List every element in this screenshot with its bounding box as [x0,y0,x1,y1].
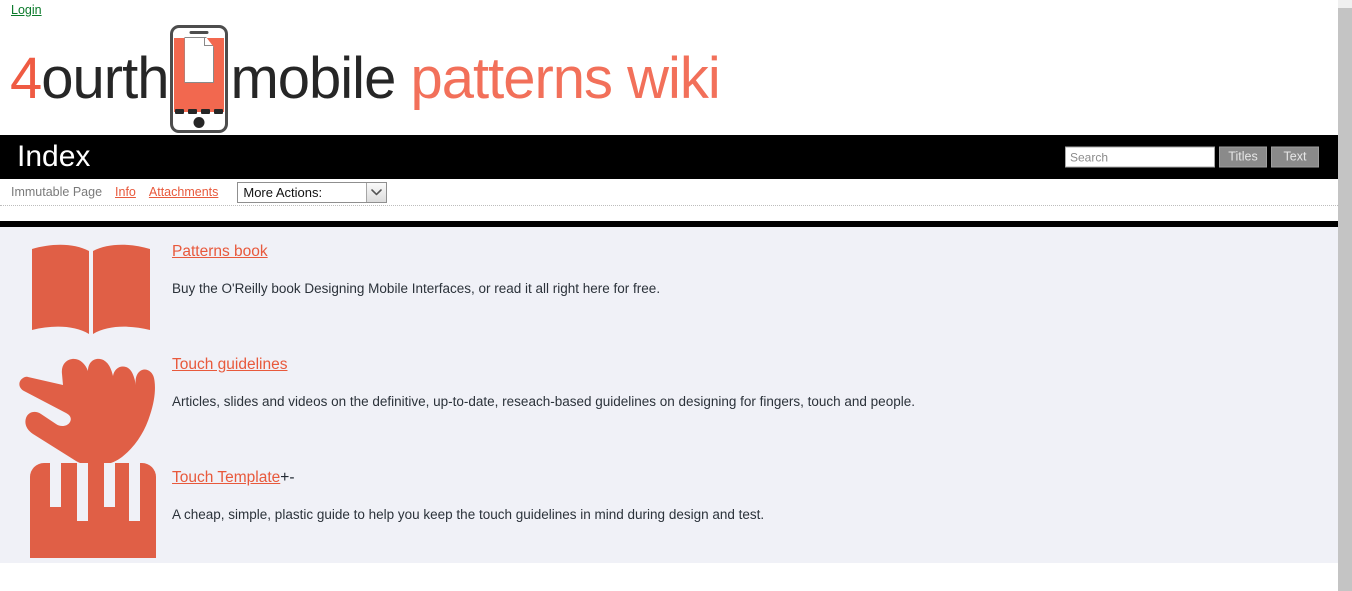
login-strip: Login [0,0,1338,23]
page-actionbar: Immutable Page Info Attachments More Act… [0,179,1338,206]
pointing-hand-icon [0,340,172,465]
site-logo: 4ourth mobile patterns wiki [10,23,721,135]
entry-description: A cheap, simple, plastic guide to help y… [172,507,765,522]
scrollbar-top-cap [1338,0,1352,8]
index-entry-list: Patterns book Buy the O'Reilly book Desi… [0,227,1338,563]
more-actions-selected-label: More Actions: [243,184,323,200]
search-titles-button[interactable]: Titles [1219,146,1267,168]
logo-word-ourth: ourth [41,46,169,111]
open-book-icon [0,227,172,340]
logo-words-patterns-wiki: patterns wiki [410,46,720,111]
list-item-title-row: Patterns book [172,243,1338,261]
logo-text-group-2: mobile patterns wiki [230,50,720,108]
list-item-body: Touch guidelines Articles, slides and vi… [172,340,1338,409]
content-top-gap [0,206,1338,221]
list-item-title-row: Touch Template+- [172,469,1338,487]
search-area: Titles Text [1065,146,1319,168]
logo-text-group: 4ourth [10,50,169,108]
immutable-page-label: Immutable Page [11,185,103,199]
entry-link-touch-template[interactable]: Touch Template [172,469,280,486]
entry-link-touch-guidelines[interactable]: Touch guidelines [172,356,287,373]
info-link[interactable]: Info [115,185,136,199]
chevron-down-icon [366,182,387,202]
logo-word-mobile: mobile [230,46,396,111]
search-input[interactable] [1065,146,1215,168]
entry-suffix: +- [280,469,295,486]
list-item: Patterns book Buy the O'Reilly book Desi… [0,227,1338,340]
entry-description: Buy the O'Reilly book Designing Mobile I… [172,281,661,296]
entry-link-patterns-book[interactable]: Patterns book [172,243,268,260]
page-scrollbar[interactable] [1338,0,1352,591]
list-item: Touch guidelines Articles, slides and vi… [0,340,1338,465]
login-link[interactable]: Login [11,0,42,21]
list-item-body: Patterns book Buy the O'Reilly book Desi… [172,227,1338,296]
page-root: Login 4ourth mobile patterns wiki Index … [0,0,1338,591]
search-text-button[interactable]: Text [1271,146,1319,168]
entry-description: Articles, slides and videos on the defin… [172,394,915,409]
list-item: Touch Template+- A cheap, simple, plasti… [0,453,1338,563]
list-item-title-row: Touch guidelines [172,356,1338,374]
list-item-body: Touch Template+- A cheap, simple, plasti… [172,453,1338,522]
scrollbar-thumb[interactable] [1338,0,1352,591]
more-actions-select[interactable]: More Actions: [237,181,388,203]
touch-template-comb-icon [0,453,172,563]
logo-digit-4: 4 [10,46,42,111]
page-titlebar: Index Titles Text [0,135,1338,179]
mobile-phone-icon [170,25,229,133]
site-logo-band: 4ourth mobile patterns wiki [0,23,1338,135]
page-title: Index [17,140,91,173]
attachments-link[interactable]: Attachments [149,185,218,199]
